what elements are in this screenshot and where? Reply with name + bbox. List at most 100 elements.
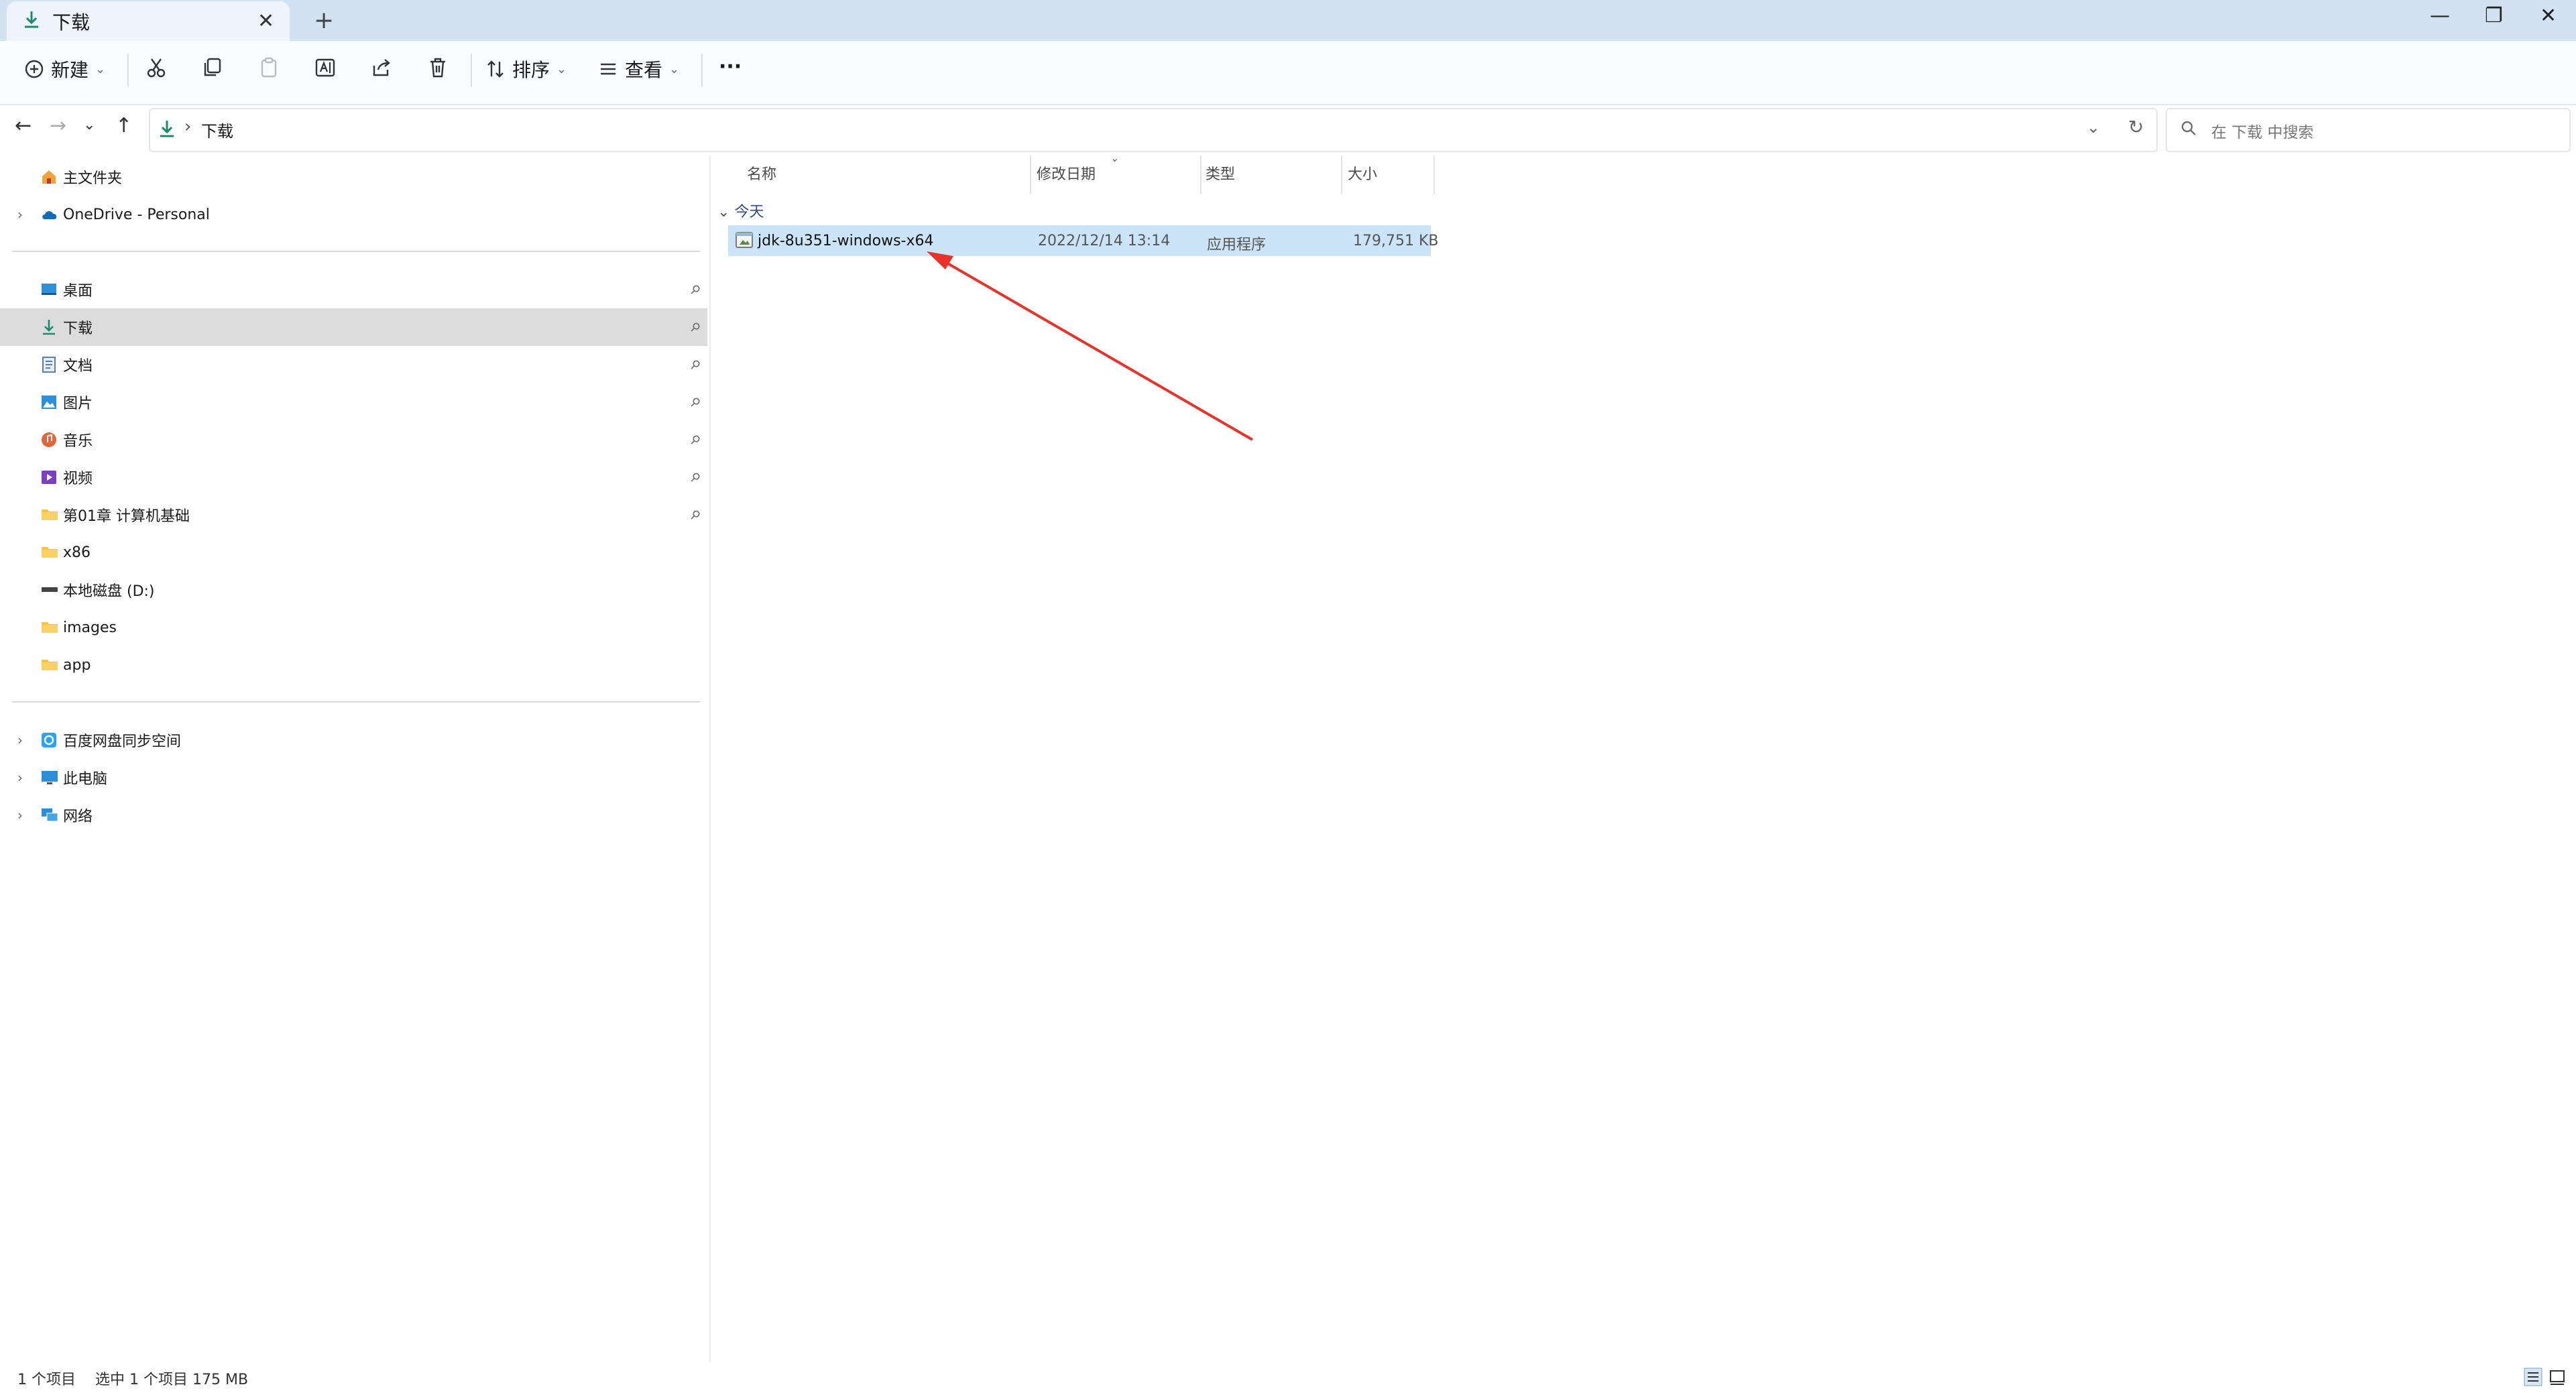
up-button[interactable]: ↑: [115, 114, 132, 137]
computer-icon: [40, 769, 59, 786]
column-separator[interactable]: [1200, 156, 1202, 194]
share-icon[interactable]: [370, 56, 393, 79]
view-button[interactable]: 查看 ⌄: [598, 56, 679, 82]
sidebar-item-label: 百度网盘同步空间: [63, 733, 182, 750]
close-button[interactable]: ✕: [2540, 4, 2557, 27]
sidebar-item[interactable]: › 此电脑: [0, 759, 707, 796]
tab-downloads[interactable]: [7, 1, 290, 41]
file-name[interactable]: jdk-8u351-windows-x64: [758, 233, 934, 249]
column-header-size[interactable]: 大小: [1348, 162, 1377, 184]
selection-info: 选中 1 个项目 175 MB: [95, 1372, 249, 1388]
address-dropdown-button[interactable]: ⌄: [2087, 118, 2100, 137]
sidebar-item[interactable]: › 网络: [0, 796, 707, 834]
pin-icon[interactable]: ⚲: [687, 469, 703, 485]
pin-icon[interactable]: ⚲: [687, 282, 703, 298]
pin-icon[interactable]: ⚲: [687, 357, 703, 373]
sidebar-item-label: 下载: [63, 320, 93, 337]
chevron-right-icon[interactable]: ›: [17, 732, 23, 748]
sidebar-item[interactable]: 桌面 ⚲: [0, 271, 707, 308]
desktop-icon: [40, 281, 58, 298]
sidebar-item[interactable]: 图片 ⚲: [0, 383, 707, 421]
sidebar-item[interactable]: 第01章 计算机基础 ⚲: [0, 496, 707, 534]
sidebar-item[interactable]: x86: [0, 534, 707, 571]
group-header-today[interactable]: ⌄ 今天: [717, 200, 764, 221]
sidebar-item-label: 主文件夹: [63, 170, 123, 187]
minimize-button[interactable]: —: [2430, 4, 2450, 27]
sidebar-item-label: 第01章 计算机基础: [63, 508, 190, 525]
view-icon: [598, 59, 618, 79]
breadcrumb[interactable]: 下载: [201, 118, 233, 141]
sidebar-item[interactable]: 视频 ⚲: [0, 459, 707, 496]
sort-button[interactable]: 排序 ⌄: [485, 56, 567, 82]
sidebar-item-label: 视频: [63, 471, 93, 487]
rename-icon[interactable]: [314, 56, 337, 79]
chevron-right-icon[interactable]: ›: [17, 206, 23, 223]
file-type: 应用程序: [1207, 237, 1267, 253]
file-size: 179,751 KB: [1353, 233, 1439, 249]
sidebar-divider: [12, 251, 700, 252]
sidebar-item-label: 本地磁盘 (D:): [63, 583, 155, 600]
new-button[interactable]: 新建 ⌄: [24, 56, 105, 82]
item-count: 1 个项目: [17, 1372, 76, 1388]
sidebar-item[interactable]: › OneDrive - Personal: [0, 196, 707, 233]
sort-indicator-icon: ⌄: [1110, 152, 1120, 164]
tab-close-button[interactable]: ✕: [257, 9, 274, 33]
forward-button[interactable]: →: [50, 114, 66, 137]
drive-icon: [40, 581, 59, 597]
sidebar-item[interactable]: images: [0, 609, 707, 646]
toolbar-separator: [127, 54, 129, 87]
details-view-button[interactable]: [2524, 1368, 2542, 1386]
sidebar-item[interactable]: app: [0, 646, 707, 684]
tab-title: 下载: [52, 11, 91, 34]
search-input[interactable]: 在 下载 中搜索: [2211, 119, 2314, 142]
back-button[interactable]: ←: [15, 114, 32, 137]
more-options-button[interactable]: ···: [719, 55, 742, 78]
sidebar-item-label: 音乐: [63, 433, 93, 450]
add-circle-icon: [24, 59, 44, 79]
search-icon: [2180, 120, 2197, 136]
recent-locations-button[interactable]: ⌄: [83, 117, 95, 133]
chevron-down-icon: ⌄: [95, 62, 106, 76]
sort-label: 排序: [512, 59, 550, 81]
sidebar-item-label: x86: [63, 544, 91, 561]
sidebar-item-label: images: [63, 619, 117, 636]
address-bar[interactable]: [149, 108, 2158, 152]
new-tab-button[interactable]: +: [314, 7, 334, 34]
column-separator[interactable]: [1433, 156, 1435, 194]
column-header-type[interactable]: 类型: [1206, 162, 1235, 184]
column-separator[interactable]: [1341, 156, 1342, 194]
download-icon: [23, 10, 40, 29]
folder-icon: [40, 619, 59, 635]
pin-icon[interactable]: ⚲: [687, 432, 703, 448]
pane-splitter[interactable]: [709, 156, 711, 1362]
cut-icon[interactable]: [145, 56, 168, 79]
sidebar-item-label: app: [63, 656, 91, 674]
sidebar-item-label: 文档: [63, 358, 93, 375]
sidebar-item[interactable]: 音乐 ⚲: [0, 421, 707, 459]
sidebar-item[interactable]: › 百度网盘同步空间: [0, 721, 707, 759]
pin-icon[interactable]: ⚲: [687, 394, 703, 410]
new-label: 新建: [51, 59, 89, 81]
chevron-right-icon[interactable]: ›: [17, 807, 23, 823]
download-icon: [158, 119, 176, 138]
restore-button[interactable]: ❐: [2485, 4, 2503, 27]
sidebar-item[interactable]: 本地磁盘 (D:): [0, 571, 707, 609]
home-icon: [40, 168, 58, 186]
pin-icon[interactable]: ⚲: [687, 507, 703, 523]
paste-icon[interactable]: [257, 56, 280, 79]
delete-icon[interactable]: [426, 56, 449, 79]
annotation-arrow-shaft: [936, 256, 1254, 441]
chevron-right-icon[interactable]: ›: [17, 770, 23, 786]
sidebar-item[interactable]: 主文件夹: [0, 158, 707, 196]
sidebar-item-label: 网络: [63, 808, 93, 825]
sidebar-item[interactable]: 下载 ⚲: [0, 308, 707, 346]
large-icons-view-button[interactable]: [2548, 1368, 2567, 1386]
pin-icon[interactable]: ⚲: [687, 319, 703, 335]
column-separator[interactable]: [1030, 156, 1031, 194]
column-header-name[interactable]: 名称: [747, 162, 776, 184]
refresh-button[interactable]: ↻: [2128, 116, 2144, 138]
chevron-down-icon: ⌄: [717, 204, 735, 221]
copy-icon[interactable]: [201, 56, 224, 79]
column-header-date[interactable]: 修改日期: [1037, 162, 1096, 184]
sidebar-item[interactable]: 文档 ⚲: [0, 346, 707, 383]
